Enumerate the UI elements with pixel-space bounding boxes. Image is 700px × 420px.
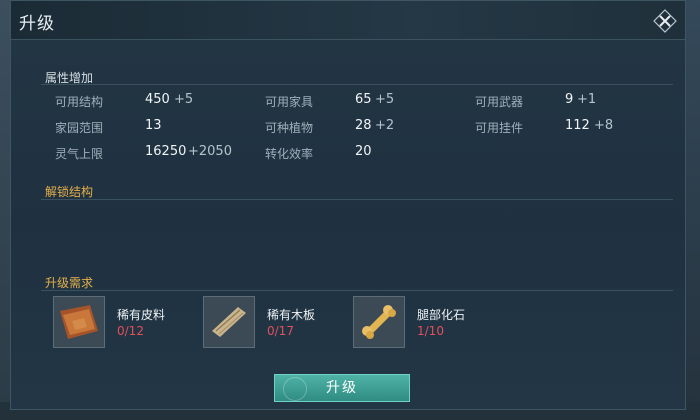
stat-bonus: +1 — [577, 92, 597, 107]
stat-value: 112 — [565, 118, 590, 133]
bone-fossil-icon[interactable] — [353, 296, 405, 348]
stat-label: 可种植物 — [265, 121, 314, 135]
divider — [41, 84, 673, 85]
stat-label: 转化效率 — [265, 147, 314, 161]
upgrade-button-label: 升级 — [326, 380, 358, 396]
stat-bonus: +5 — [174, 92, 194, 107]
stat-label: 灵气上限 — [55, 147, 104, 161]
material-name: 稀有木板 — [267, 308, 316, 322]
stat-value: 9 — [565, 92, 574, 107]
material-count: 0/12 — [117, 324, 144, 338]
stat-value: 65 — [355, 92, 372, 107]
stat-label: 可用家具 — [265, 95, 314, 109]
button-ornament — [283, 377, 307, 401]
section-unlock-title: 解锁结构 — [45, 185, 94, 199]
stat-value: 16250 — [145, 144, 187, 159]
upgrade-dialog: 升级 属性增加 可用结构 450 +5 可用家具 65 +5 可用武器 9 +1… — [10, 0, 686, 410]
dialog-titlebar: 升级 — [11, 1, 685, 40]
stat-label: 可用结构 — [55, 95, 104, 109]
dialog-title: 升级 — [19, 14, 55, 34]
stat-bonus: +5 — [375, 92, 395, 107]
stat-bonus: +8 — [594, 118, 614, 133]
divider — [41, 290, 673, 291]
leather-icon[interactable] — [53, 296, 105, 348]
stat-value: 450 — [145, 92, 170, 107]
background-right — [686, 0, 700, 420]
section-requirements-title: 升级需求 — [45, 276, 94, 290]
stat-value: 13 — [145, 118, 162, 133]
upgrade-button[interactable]: 升级 — [274, 374, 410, 402]
material-name: 稀有皮料 — [117, 308, 166, 322]
close-icon[interactable] — [653, 9, 677, 33]
material-item[interactable]: 稀有皮料 0/12 — [53, 296, 193, 352]
material-count: 0/17 — [267, 324, 294, 338]
material-name: 腿部化石 — [417, 308, 466, 322]
stat-label: 可用挂件 — [475, 121, 524, 135]
stat-value: 28 — [355, 118, 372, 133]
stat-value: 20 — [355, 144, 372, 159]
stat-bonus: +2050 — [188, 144, 232, 159]
wood-plank-icon[interactable] — [203, 296, 255, 348]
material-item[interactable]: 稀有木板 0/17 — [203, 296, 343, 352]
material-count: 1/10 — [417, 324, 444, 338]
divider — [41, 199, 673, 200]
stat-label: 可用武器 — [475, 95, 524, 109]
stat-bonus: +2 — [375, 118, 395, 133]
material-item[interactable]: 腿部化石 1/10 — [353, 296, 493, 352]
stat-label: 家园范围 — [55, 121, 104, 135]
background-left — [0, 0, 10, 420]
